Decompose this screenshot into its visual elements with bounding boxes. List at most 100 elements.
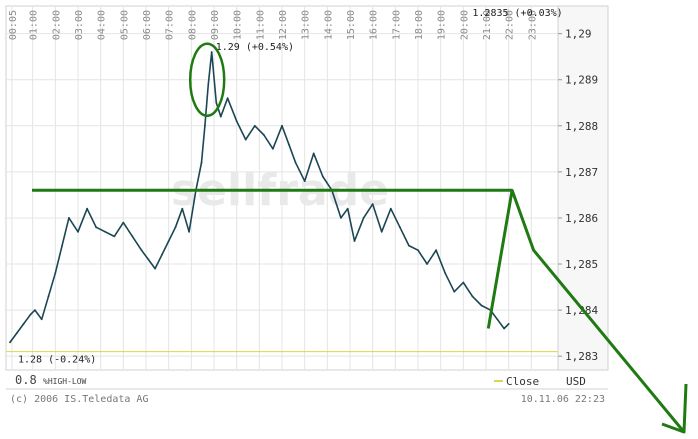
price-point xyxy=(113,235,116,238)
price-point xyxy=(503,327,505,330)
price-point xyxy=(167,240,170,242)
price-point xyxy=(462,281,465,284)
price-point xyxy=(207,83,210,86)
price-point xyxy=(95,226,97,229)
x-tick-label: 18:00 xyxy=(414,10,425,40)
price-point xyxy=(272,147,274,150)
price-point xyxy=(200,161,203,164)
range-value: 0.8 xyxy=(15,373,37,387)
price-point xyxy=(444,272,447,275)
x-tick-label: 07:00 xyxy=(165,10,176,40)
price-point xyxy=(47,295,50,298)
price-point xyxy=(161,253,163,256)
price-point xyxy=(399,226,401,229)
price-point xyxy=(219,115,222,118)
x-tick-label: 10:00 xyxy=(233,10,244,40)
price-point xyxy=(417,249,419,252)
y-tick-label: 1,287 xyxy=(565,166,598,179)
x-tick-label: 15:00 xyxy=(346,10,357,40)
price-point xyxy=(321,175,324,178)
price-point xyxy=(210,51,213,53)
price-point xyxy=(312,152,315,155)
price-point xyxy=(389,207,392,210)
y-tick-label: 1,29 xyxy=(565,28,592,41)
price-point xyxy=(346,207,349,210)
last-annotation: 1.2835 (+0.03%) xyxy=(472,8,562,19)
price-point xyxy=(362,217,365,219)
close-legend-label: Close xyxy=(506,375,539,388)
price-chart: 00:05 01:00 02:00 03:00 04:00 05:00 06:00 07:00… xyxy=(0,0,698,439)
price-point xyxy=(471,295,474,298)
price-point xyxy=(226,97,229,100)
y-tick-label: 1,285 xyxy=(565,258,598,271)
price-point xyxy=(181,207,184,210)
price-point xyxy=(140,249,143,252)
price-point xyxy=(68,217,70,219)
x-tick-label: 05:00 xyxy=(119,10,130,40)
x-tick-label: 04:00 xyxy=(97,10,108,40)
price-point xyxy=(61,244,63,247)
price-point xyxy=(34,309,36,311)
price-point xyxy=(122,221,125,224)
price-point xyxy=(380,230,383,233)
x-tick-label: 20:00 xyxy=(459,10,470,40)
range-label: %HIGH-LOW xyxy=(43,377,87,386)
price-point xyxy=(15,332,18,334)
price-point xyxy=(147,258,150,261)
price-point xyxy=(9,341,11,344)
x-tick-label: 17:00 xyxy=(391,10,402,40)
x-tick-label: 09:00 xyxy=(210,10,221,40)
price-point xyxy=(54,272,57,275)
price-point xyxy=(188,230,191,233)
price-point xyxy=(154,267,157,270)
y-tick-label: 1,286 xyxy=(565,212,598,225)
y-tick-label: 1,288 xyxy=(565,120,598,133)
x-tick-label: 02:00 xyxy=(51,10,62,40)
x-tick-label: 16:00 xyxy=(369,10,380,40)
price-point xyxy=(215,101,218,104)
price-point xyxy=(40,318,43,321)
price-point xyxy=(294,161,297,164)
price-point xyxy=(371,203,374,206)
price-point xyxy=(235,120,238,123)
price-point xyxy=(353,240,356,242)
x-tick-label: 08:00 xyxy=(187,10,198,40)
price-point xyxy=(263,134,265,136)
price-point xyxy=(340,217,342,219)
x-tick-label: 11:00 xyxy=(255,10,266,40)
x-tick-label: 14:00 xyxy=(323,10,334,40)
price-point xyxy=(453,290,456,293)
price-point xyxy=(281,124,283,127)
x-tick-label: 13:00 xyxy=(301,10,312,40)
low-annotation: 1.28 (-0.24%) xyxy=(18,354,96,365)
price-point xyxy=(22,323,25,325)
x-tick-label: 06:00 xyxy=(142,10,153,40)
price-point xyxy=(435,249,437,252)
price-point xyxy=(174,226,177,229)
price-point xyxy=(131,235,134,238)
x-tick-label: 00:05 xyxy=(8,10,19,40)
price-point xyxy=(480,304,483,307)
price-point xyxy=(86,207,88,210)
price-point xyxy=(204,124,206,127)
x-tick-label: 12:00 xyxy=(278,10,289,40)
x-tick-label: 03:00 xyxy=(74,10,85,40)
price-point xyxy=(408,244,410,247)
timestamp-text: 10.11.06 22:23 xyxy=(521,394,605,405)
y-tick-label: 1,283 xyxy=(565,350,598,363)
y-tick-label: 1,289 xyxy=(565,74,598,87)
price-point xyxy=(496,318,499,321)
price-point xyxy=(426,263,428,265)
price-point xyxy=(104,230,107,233)
price-point xyxy=(507,323,510,325)
price-point xyxy=(303,180,306,183)
high-annotation: 1.29 (+0.54%) xyxy=(216,42,294,53)
price-point xyxy=(244,138,247,141)
price-point xyxy=(287,143,290,146)
x-tick-label: 01:00 xyxy=(29,10,40,40)
x-tick-label: 19:00 xyxy=(437,10,448,40)
copyright-text: (c) 2006 IS.Teledata AG xyxy=(10,394,148,405)
price-point xyxy=(77,230,79,233)
currency-label: USD xyxy=(566,375,586,388)
price-point xyxy=(253,124,256,127)
